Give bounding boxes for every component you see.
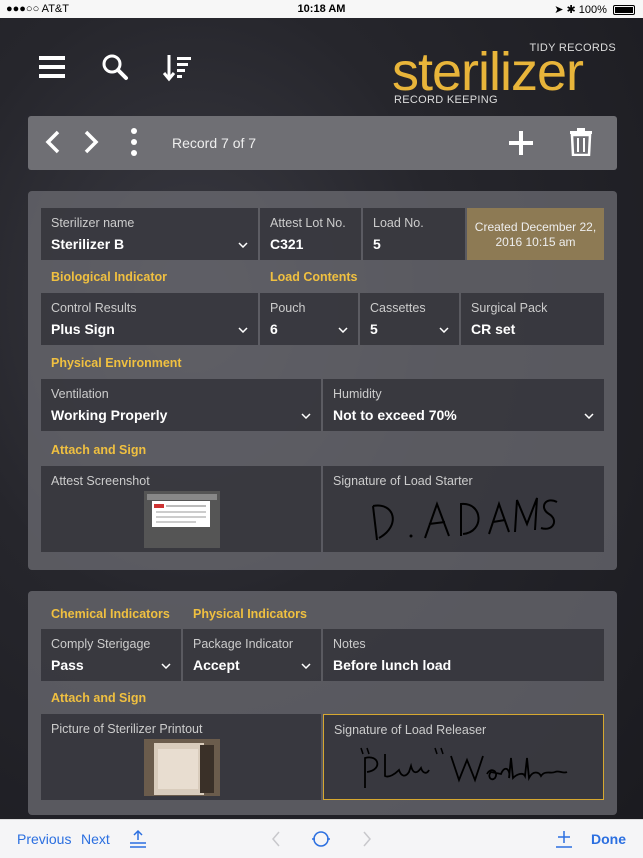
field-label: Comply Sterigage bbox=[51, 637, 151, 651]
field-value: Before lunch load bbox=[333, 657, 452, 673]
notes-field[interactable]: Notes Before lunch load bbox=[323, 629, 604, 681]
field-value: Sterilizer B bbox=[51, 236, 125, 252]
location-icon: ➤ bbox=[554, 4, 564, 16]
insert-icon[interactable] bbox=[555, 829, 573, 849]
section-attach-sign: Attach and Sign bbox=[51, 443, 147, 457]
search-icon[interactable] bbox=[100, 52, 130, 82]
field-label: Humidity bbox=[333, 387, 382, 401]
field-label: Control Results bbox=[51, 301, 137, 315]
field-label: Picture of Sterilizer Printout bbox=[51, 722, 203, 736]
hide-keyboard-icon[interactable] bbox=[128, 829, 148, 849]
field-label: Notes bbox=[333, 637, 366, 651]
field-value: Accept bbox=[193, 657, 240, 673]
record-counter: Record 7 of 7 bbox=[172, 135, 257, 151]
field-label: Signature of Load Releaser bbox=[334, 723, 487, 737]
load-number-field[interactable]: Load No. 5 bbox=[363, 208, 465, 260]
chevron-down-icon bbox=[301, 663, 311, 669]
chevron-down-icon bbox=[238, 242, 248, 248]
field-label: Sterilizer name bbox=[51, 216, 135, 230]
sort-icon[interactable] bbox=[163, 52, 193, 82]
pouch-field[interactable]: Pouch 6 bbox=[260, 293, 358, 345]
battery-icon bbox=[613, 5, 635, 16]
load-starter-signature bbox=[372, 497, 558, 541]
status-bar: ●●●○○ AT&T 10:18 AM ➤ ✱ 100% bbox=[0, 0, 643, 18]
next-button[interactable]: Next bbox=[81, 831, 110, 847]
chevron-down-icon bbox=[238, 327, 248, 333]
brand-sub: RECORD KEEPING bbox=[394, 94, 498, 106]
battery-status: ➤ ✱ 100% bbox=[554, 3, 635, 16]
more-vertical-icon[interactable] bbox=[130, 127, 138, 157]
record-navbar: Record 7 of 7 bbox=[28, 116, 617, 170]
field-value: 5 bbox=[373, 236, 381, 252]
field-value: Pass bbox=[51, 657, 84, 673]
chevron-down-icon bbox=[301, 413, 311, 419]
chevron-down-icon bbox=[584, 413, 594, 419]
field-label: Load No. bbox=[373, 216, 424, 230]
surgical-pack-field[interactable]: Surgical Pack CR set bbox=[461, 293, 604, 345]
section-chemical-indicators: Chemical Indicators bbox=[51, 607, 170, 621]
section-biological-indicator: Biological Indicator bbox=[51, 270, 167, 284]
brand-logo: TIDY RECORDS sterilizer RECORD KEEPING bbox=[392, 42, 622, 114]
field-value: CR set bbox=[471, 321, 516, 337]
section-physical-indicators: Physical Indicators bbox=[193, 607, 307, 621]
chevron-left-icon[interactable] bbox=[44, 129, 62, 155]
ventilation-field[interactable]: Ventilation Working Properly bbox=[41, 379, 321, 431]
bluetooth-icon: ✱ bbox=[566, 4, 576, 16]
field-value: 6 bbox=[270, 321, 278, 337]
field-value: C321 bbox=[270, 236, 304, 252]
section-attach-sign-2: Attach and Sign bbox=[51, 691, 147, 705]
field-label: Attest Lot No. bbox=[270, 216, 346, 230]
field-label: Signature of Load Starter bbox=[333, 474, 473, 488]
brand-name: sterilizer bbox=[392, 42, 584, 102]
clock: 10:18 AM bbox=[297, 3, 346, 15]
created-date-badge: Created December 22, 2016 10:15 am bbox=[467, 208, 604, 260]
sterilizer-name-field[interactable]: Sterilizer name Sterilizer B bbox=[41, 208, 258, 260]
field-value: Not to exceed 70% bbox=[333, 407, 457, 423]
chevron-down-icon bbox=[439, 327, 449, 333]
cassettes-field[interactable]: Cassettes 5 bbox=[360, 293, 459, 345]
humidity-field[interactable]: Humidity Not to exceed 70% bbox=[323, 379, 604, 431]
chevron-down-icon bbox=[161, 663, 171, 669]
add-icon[interactable] bbox=[508, 130, 534, 156]
package-indicator-field[interactable]: Package Indicator Accept bbox=[183, 629, 321, 681]
field-label: Surgical Pack bbox=[471, 301, 548, 315]
control-results-field[interactable]: Control Results Plus Sign bbox=[41, 293, 258, 345]
trash-icon[interactable] bbox=[569, 128, 593, 156]
field-label: Ventilation bbox=[51, 387, 109, 401]
field-value: 5 bbox=[370, 321, 378, 337]
field-value: Plus Sign bbox=[51, 321, 115, 337]
section-physical-environment: Physical Environment bbox=[51, 356, 182, 370]
attest-lot-field[interactable]: Attest Lot No. C321 bbox=[260, 208, 361, 260]
chevron-right-icon[interactable] bbox=[362, 831, 372, 847]
field-value: Working Properly bbox=[51, 407, 168, 423]
chevron-right-icon[interactable] bbox=[82, 129, 100, 155]
refresh-icon[interactable] bbox=[311, 829, 331, 849]
attest-screenshot-thumbnail[interactable] bbox=[144, 491, 220, 548]
field-label: Package Indicator bbox=[193, 637, 294, 651]
done-button[interactable]: Done bbox=[591, 831, 626, 847]
field-label: Attest Screenshot bbox=[51, 474, 150, 488]
printout-photo-thumbnail[interactable] bbox=[144, 739, 220, 796]
comply-sterigage-field[interactable]: Comply Sterigage Pass bbox=[41, 629, 181, 681]
chevron-left-icon[interactable] bbox=[271, 831, 281, 847]
previous-button[interactable]: Previous bbox=[17, 831, 71, 847]
bottom-toolbar: Previous Next Done bbox=[0, 819, 643, 858]
field-label: Cassettes bbox=[370, 301, 426, 315]
battery-percent: 100% bbox=[578, 4, 607, 16]
chevron-down-icon bbox=[338, 327, 348, 333]
menu-icon[interactable] bbox=[37, 52, 67, 82]
section-load-contents: Load Contents bbox=[270, 270, 358, 284]
load-releaser-signature bbox=[360, 747, 568, 788]
field-label: Pouch bbox=[270, 301, 306, 315]
